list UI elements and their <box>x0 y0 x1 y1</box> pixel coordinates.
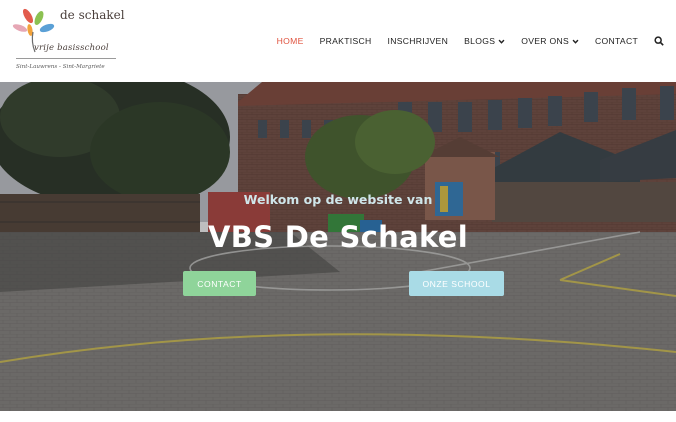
hero-title: VBS De Schakel <box>208 220 468 254</box>
nav-item-home[interactable]: HOME <box>277 36 304 46</box>
onze-school-button[interactable]: ONZE SCHOOL <box>409 271 504 296</box>
school-logo[interactable]: de schakel vrije basisschool Sint-Lauwre… <box>8 6 125 76</box>
site-header: de schakel vrije basisschool Sint-Lauwre… <box>0 0 676 82</box>
hero-banner: Welkom op de website van VBS De Schakel … <box>0 82 676 411</box>
page-bottom-strip <box>0 411 676 422</box>
logo-subtitle: vrije basisschool <box>34 43 109 53</box>
contact-button[interactable]: CONTACT <box>183 271 256 296</box>
logo-title: de schakel <box>60 8 125 22</box>
nav-item-label: CONTACT <box>595 36 638 46</box>
nav-item-label: INSCHRIJVEN <box>387 36 449 46</box>
nav-item-label: HOME <box>276 36 304 46</box>
chevron-down-icon <box>498 39 505 44</box>
logo-divider <box>16 58 116 59</box>
nav-item-label: OVER ONS <box>521 36 569 46</box>
nav-item-label: BLOGS <box>464 36 496 46</box>
nav-item-blogs[interactable]: BLOGS <box>464 36 505 46</box>
nav-item-over-ons[interactable]: OVER ONS <box>521 36 579 46</box>
nav-item-label: PRAKTISCH <box>319 36 372 46</box>
nav-item-praktisch[interactable]: PRAKTISCH <box>320 36 372 46</box>
hero-subtitle: Welkom op de website van <box>243 192 433 207</box>
chevron-down-icon <box>572 39 579 44</box>
main-navigation: HOME PRAKTISCH INSCHRIJVEN BLOGS OVER ON… <box>261 30 664 52</box>
nav-item-inschrijven[interactable]: INSCHRIJVEN <box>388 36 449 46</box>
logo-locations: Sint-Lauwrens - Sint-Margriete <box>16 64 105 70</box>
search-icon[interactable] <box>654 36 664 46</box>
nav-item-contact[interactable]: CONTACT <box>595 36 638 46</box>
